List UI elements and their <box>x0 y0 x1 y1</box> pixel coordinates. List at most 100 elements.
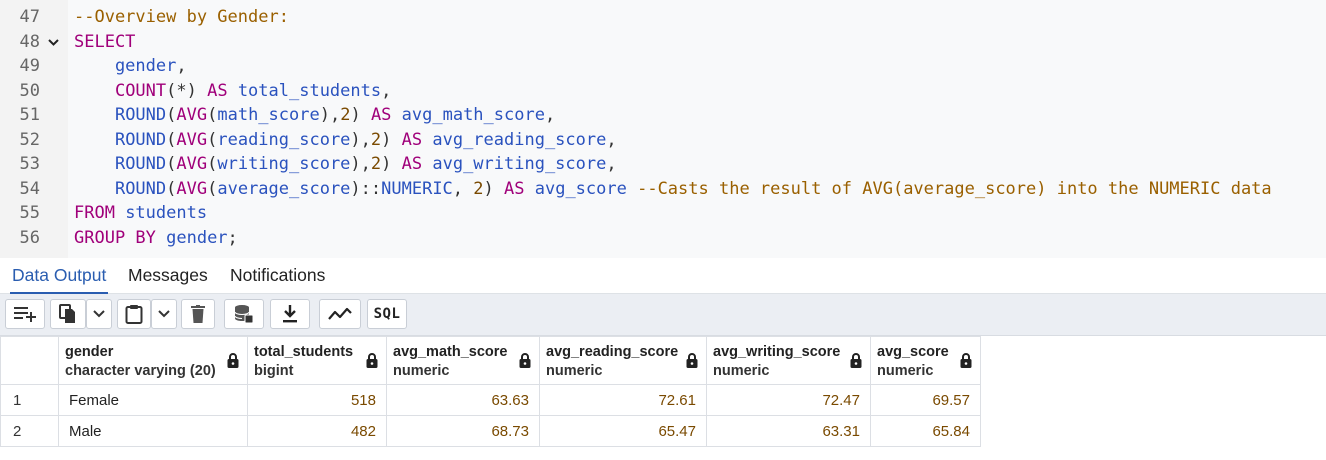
code-token: AVG <box>176 105 208 125</box>
code-line[interactable]: 53 ROUND(AVG(writing_score),2) AS avg_wr… <box>0 152 1326 177</box>
code-token: reading_score <box>217 129 351 150</box>
cell-avg-score[interactable]: 69.57 <box>870 384 981 416</box>
cell-total-students[interactable]: 482 <box>247 415 387 447</box>
code-text: FROM students <box>74 201 207 226</box>
code-token: AS <box>504 178 525 199</box>
code-token: ( <box>207 178 218 199</box>
column-header-avg-math-score[interactable]: avg_math_score numeric <box>386 336 540 385</box>
code-line[interactable]: 52 ROUND(AVG(reading_score),2) AS avg_re… <box>0 128 1326 153</box>
code-token: writing_score <box>217 154 351 174</box>
graph-visualiser-button[interactable] <box>319 299 361 329</box>
chevron-down-icon <box>158 310 170 318</box>
paste-button[interactable] <box>117 299 151 329</box>
lock-icon <box>227 353 239 368</box>
code-token: ; <box>227 227 238 248</box>
row-number[interactable]: 2 <box>0 415 59 447</box>
code-line[interactable]: 49 gender, <box>0 54 1326 79</box>
tab-messages[interactable]: Messages <box>126 258 210 294</box>
code-token: average_score <box>217 178 351 199</box>
code-line[interactable]: 56 GROUP BY gender; <box>0 226 1326 251</box>
code-text: --Overview by Gender: <box>74 5 289 30</box>
code-token: gender <box>155 227 228 248</box>
save-data-button[interactable] <box>224 299 264 329</box>
code-token: ( <box>166 178 177 199</box>
cell-avg-math-score[interactable]: 63.63 <box>386 384 540 416</box>
code-token: , <box>606 129 617 150</box>
cell-gender[interactable]: Female <box>58 384 248 416</box>
code-line[interactable]: 54 ROUND(AVG(average_score)::NUMERIC, 2)… <box>0 177 1326 202</box>
code-line[interactable]: 55 FROM students <box>0 201 1326 226</box>
copy-dropdown-button[interactable] <box>86 299 112 329</box>
copy-button[interactable] <box>50 299 86 329</box>
code-token: ( <box>166 154 177 174</box>
code-token: ( <box>207 154 218 174</box>
code-token: ):: <box>350 178 382 199</box>
code-token: math_score <box>217 105 320 125</box>
code-line[interactable]: 47 --Overview by Gender: <box>0 5 1326 30</box>
row-number-header <box>0 336 59 385</box>
sql-button[interactable]: SQL <box>367 299 407 329</box>
code-token: ROUND <box>114 105 167 125</box>
table-row[interactable]: 1 Female 518 63.63 72.61 72.47 69.57 <box>0 384 981 416</box>
table-header-row: gender character varying (20) total_stud… <box>0 336 981 385</box>
fold-chevron-icon[interactable] <box>47 30 59 55</box>
paste-dropdown-button[interactable] <box>151 299 177 329</box>
column-header-avg-score[interactable]: avg_score numeric <box>870 336 981 385</box>
cell-avg-score[interactable]: 65.84 <box>870 415 981 447</box>
delete-button[interactable] <box>181 299 215 329</box>
cell-avg-writing-score[interactable]: 72.47 <box>706 384 871 416</box>
code-token: ) <box>381 129 402 150</box>
code-text: ROUND(AVG(average_score)::NUMERIC, 2) AS… <box>74 177 1272 202</box>
download-button[interactable] <box>270 299 310 329</box>
code-token: avg_score <box>524 178 638 199</box>
tab-notifications[interactable]: Notifications <box>228 258 327 294</box>
add-row-icon <box>14 307 36 322</box>
code-line[interactable]: 48 SELECT <box>0 30 1326 55</box>
cell-avg-math-score[interactable]: 68.73 <box>386 415 540 447</box>
data-output-grid: gender character varying (20) total_stud… <box>0 336 1326 460</box>
cell-gender[interactable]: Male <box>58 415 248 447</box>
code-token: AVG <box>176 154 208 174</box>
column-header-avg-writing-score[interactable]: avg_writing_score numeric <box>706 336 871 385</box>
code-token: NUMERIC <box>381 178 453 199</box>
code-token: students <box>114 203 208 223</box>
table-row[interactable]: 2 Male 482 68.73 65.47 63.31 65.84 <box>0 415 981 447</box>
code-token: ), <box>350 154 371 174</box>
code-token: 2 <box>340 105 351 125</box>
column-type: numeric <box>546 363 603 379</box>
data-toolbar: SQL <box>0 294 1326 336</box>
code-line[interactable]: 51 ROUND(AVG(math_score),2) AS avg_math_… <box>0 103 1326 128</box>
column-header-gender[interactable]: gender character varying (20) <box>58 336 248 385</box>
lock-icon <box>686 353 698 368</box>
code-line[interactable]: 50 COUNT(*) AS total_students, <box>0 79 1326 104</box>
column-header-total-students[interactable]: total_students bigint <box>247 336 387 385</box>
row-number[interactable]: 1 <box>0 384 59 416</box>
column-header-avg-reading-score[interactable]: avg_reading_score numeric <box>539 336 707 385</box>
code-token: 2 <box>473 178 484 199</box>
cell-avg-writing-score[interactable]: 63.31 <box>706 415 871 447</box>
chevron-down-icon <box>93 310 105 318</box>
code-token: ( <box>166 129 177 150</box>
code-token: 2 <box>370 129 382 150</box>
cell-avg-reading-score[interactable]: 72.61 <box>539 384 707 416</box>
download-icon <box>283 305 297 323</box>
code-token: AS <box>370 105 392 125</box>
column-name: avg_math_score <box>393 344 508 360</box>
tab-data-output[interactable]: Data Output <box>10 258 109 294</box>
results-table: gender character varying (20) total_stud… <box>0 336 981 447</box>
column-name: gender <box>65 344 114 360</box>
code-token: total_students <box>227 80 382 101</box>
code-token: FROM <box>74 203 115 223</box>
sql-editor[interactable]: 47 --Overview by Gender: 48 SELECT 49 gender… <box>0 0 1326 258</box>
code-token: ROUND <box>114 154 167 174</box>
lock-icon <box>960 353 972 368</box>
output-tabs: Data Output Messages Notifications <box>0 258 1326 294</box>
cell-avg-reading-score[interactable]: 65.47 <box>539 415 707 447</box>
code-token: avg_math_score <box>391 105 545 125</box>
code-token: avg_writing_score <box>422 154 607 174</box>
add-row-button[interactable] <box>5 299 45 329</box>
code-token: , <box>381 80 392 101</box>
cell-total-students[interactable]: 518 <box>247 384 387 416</box>
